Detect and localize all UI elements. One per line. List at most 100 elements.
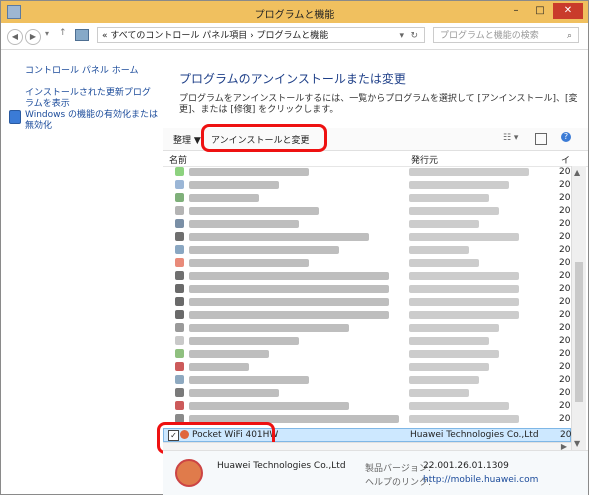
install-date: 20 [559,414,571,424]
main-pane: プログラムのアンインストールまたは変更 プログラムをアンインストールするには、一… [157,50,588,454]
blurred-name [189,285,389,293]
install-date: 20 [559,375,571,385]
blurred-name [189,324,349,332]
list-item[interactable]: 20 [163,218,571,230]
blurred-publisher [409,324,499,332]
blurred-publisher [409,194,489,202]
view-options-icon[interactable]: ☷ ▾ [503,133,518,143]
forward-button[interactable]: ▶ [25,29,41,45]
blurred-name [189,194,259,202]
app-icon [175,349,184,358]
install-date: 20 [559,258,571,268]
details-help-label: ヘルプのリンク: [365,478,432,488]
organize-menu[interactable]: 整理 ▼ [173,133,201,146]
program-list[interactable]: 20 20 20 20 20 20 20 20 20 20 20 20 20 2… [163,166,571,428]
list-item[interactable]: 20 [163,179,571,191]
address-field[interactable]: « すべてのコントロール パネル項目 › プログラムと機能 ▾ ↻ [97,27,425,43]
list-item[interactable]: 20 [163,400,571,412]
list-item[interactable]: 20 [163,322,571,334]
blurred-name [189,376,309,384]
app-icon [175,310,184,319]
app-icon [175,375,184,384]
app-icon [175,297,184,306]
column-publisher[interactable]: 発行元 [411,153,438,166]
blurred-publisher [409,337,489,345]
blurred-publisher [409,311,519,319]
list-item[interactable]: 20 [163,374,571,386]
install-date: 20 [559,232,571,242]
refresh-icon[interactable]: ↻ [410,28,418,44]
install-date: 20 [559,297,571,307]
list-item[interactable]: 20 [163,244,571,256]
details-help-link[interactable]: http://mobile.huawei.com [423,475,538,485]
install-date: 20 [559,206,571,216]
title-bar: プログラムと機能 – □ ✕ [1,1,588,23]
install-date: 20 [559,193,571,203]
list-item[interactable]: 20 [163,192,571,204]
scroll-thumb[interactable] [575,262,583,402]
list-item[interactable]: 20 [163,361,571,373]
blurred-publisher [409,376,479,384]
shield-icon [9,110,21,124]
help-icon[interactable]: ? [561,132,571,142]
blurred-name [189,350,269,358]
list-item[interactable]: 20 [163,296,571,308]
list-item[interactable]: 20 [163,205,571,217]
blurred-publisher [409,181,509,189]
scroll-up-icon[interactable]: ▲ [574,168,580,177]
list-item[interactable]: 20 [163,309,571,321]
list-item[interactable]: 20 [163,166,571,178]
list-item[interactable]: 20 [163,335,571,347]
column-install-date[interactable]: イ [561,153,570,166]
vertical-scrollbar[interactable]: ▲ ▼ [571,166,586,450]
maximize-button[interactable]: □ [529,3,551,19]
blurred-publisher [409,350,499,358]
windows-features-link[interactable]: Windows の機能の有効化または無効化 [25,110,159,132]
list-item[interactable]: 20 [163,283,571,295]
address-bar: ◀ ▶ ▾ ↑ « すべてのコントロール パネル項目 › プログラムと機能 ▾ … [1,23,588,50]
install-date: 20 [559,388,571,398]
install-date: 20 [559,271,571,281]
up-button[interactable]: ↑ [59,28,67,38]
app-icon [175,388,184,397]
app-icon [175,284,184,293]
back-button[interactable]: ◀ [7,29,23,45]
blurred-publisher [409,259,479,267]
minimize-button[interactable]: – [505,3,527,19]
blurred-name [189,233,369,241]
list-item[interactable]: 20 [163,387,571,399]
close-button[interactable]: ✕ [553,3,583,19]
recent-dropdown-icon[interactable]: ▾ [45,29,49,38]
app-icon [175,336,184,345]
list-item[interactable]: 20 [163,270,571,282]
app-icon [175,401,184,410]
blurred-publisher [409,220,479,228]
search-input[interactable]: プログラムと機能の検索 ⌕ [433,27,579,43]
left-pane: コントロール パネル ホーム インストールされた更新プログラムを表示 Windo… [1,50,163,450]
list-item[interactable]: 20 [163,348,571,360]
column-name[interactable]: 名前 [169,153,187,166]
program-publisher: Huawei Technologies Co.,Ltd [410,430,539,440]
blurred-name [189,220,299,228]
scroll-down-icon[interactable]: ▼ [574,439,580,448]
app-icon [175,362,184,371]
installed-updates-link[interactable]: インストールされた更新プログラムを表示 [25,88,159,110]
program-logo [175,459,203,487]
preview-pane-icon[interactable] [535,133,547,145]
app-icon [175,193,184,202]
install-date: 20 [559,336,571,346]
install-date: 20 [559,401,571,411]
list-item[interactable]: 20 [163,257,571,269]
window-frame: プログラムと機能 – □ ✕ ◀ ▶ ▾ ↑ « すべてのコントロール パネル項… [0,0,589,495]
blurred-publisher [409,207,499,215]
control-panel-home-link[interactable]: コントロール パネル ホーム [25,66,138,77]
search-placeholder: プログラムと機能の検索 [440,31,539,41]
address-dropdown-icon[interactable]: ▾ [399,28,404,44]
blurred-publisher [409,415,519,423]
install-date: 20 [559,245,571,255]
address-path: « すべてのコントロール パネル項目 › プログラムと機能 [102,31,329,41]
list-item[interactable]: 20 [163,231,571,243]
blurred-publisher [409,246,469,254]
window-title: プログラムと機能 [254,10,335,21]
blurred-name [189,207,319,215]
